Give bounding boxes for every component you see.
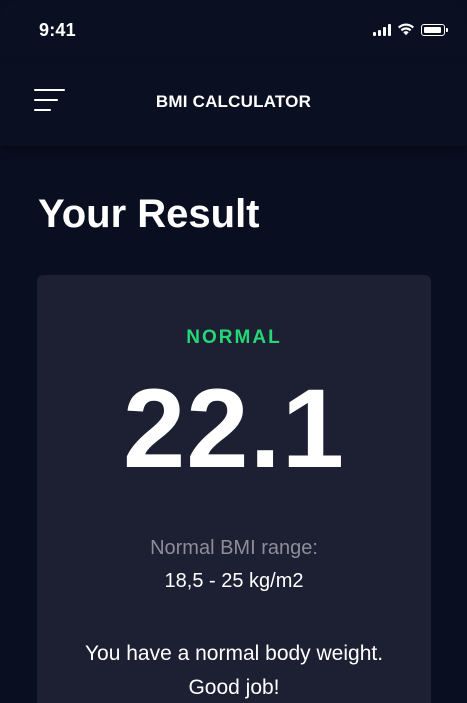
normal-range-value: 18,5 - 25 kg/m2 <box>164 570 304 592</box>
bmi-status-label: NORMAL <box>186 327 282 348</box>
wifi-icon <box>398 23 414 36</box>
status-bar: 9:41 <box>0 0 467 62</box>
bmi-value: 22.1 <box>123 366 345 491</box>
status-time: 9:41 <box>39 20 76 40</box>
result-message: You have a normal body weight. Good job! <box>84 642 384 699</box>
normal-range-label: Normal BMI range: <box>150 537 318 559</box>
phone-screen: 9:41 BMI CALCULATOR Your Result NORMAL 2… <box>0 0 467 703</box>
cellular-signal-icon <box>373 24 391 36</box>
page-title: Your Result <box>38 192 260 236</box>
battery-icon <box>421 24 448 36</box>
status-icons <box>373 22 448 36</box>
app-title: BMI CALCULATOR <box>155 92 312 111</box>
result-card: NORMAL 22.1 Normal BMI range: 18,5 - 25 … <box>37 275 431 703</box>
app-bar: BMI CALCULATOR <box>0 62 467 146</box>
